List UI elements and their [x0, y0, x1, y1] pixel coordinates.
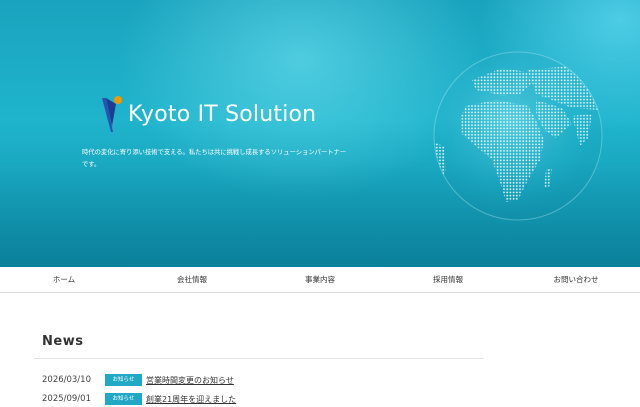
global-nav: ホーム 会社情報 事業内容 採用情報 お問い合わせ — [0, 267, 640, 293]
news-heading: News — [42, 334, 84, 349]
logo-mark-icon — [102, 96, 122, 132]
hero-tagline: 時代の変化に寄り添い技術で支える。私たちは共に挑戦し成長するソリューションパート… — [82, 149, 347, 168]
news-category-badge: お知らせ — [105, 393, 142, 405]
nav-item-recruit[interactable]: 採用情報 — [433, 267, 463, 293]
news-date: 2026/03/10 — [42, 375, 91, 385]
nav-item-business[interactable]: 事業内容 — [305, 267, 335, 293]
news-category-badge: お知らせ — [105, 374, 142, 386]
hero-banner: Kyoto IT Solution 時代の変化に寄り添い技術で支える。私たちは共… — [0, 0, 640, 267]
news-title-link[interactable]: 営業時間変更のお知らせ — [146, 375, 234, 386]
news-item: 2026/03/10 お知らせ 営業時間変更のお知らせ — [42, 374, 482, 388]
nav-item-contact[interactable]: お問い合わせ — [554, 267, 599, 293]
news-divider — [34, 358, 484, 359]
nav-item-home[interactable]: ホーム — [53, 267, 75, 293]
globe-icon — [433, 51, 603, 221]
news-date: 2025/09/01 — [42, 394, 91, 404]
nav-item-company[interactable]: 会社情報 — [177, 267, 207, 293]
news-item: 2025/09/01 お知らせ 創業21周年を迎えました — [42, 393, 482, 407]
brand-name: Kyoto IT Solution — [128, 102, 317, 127]
